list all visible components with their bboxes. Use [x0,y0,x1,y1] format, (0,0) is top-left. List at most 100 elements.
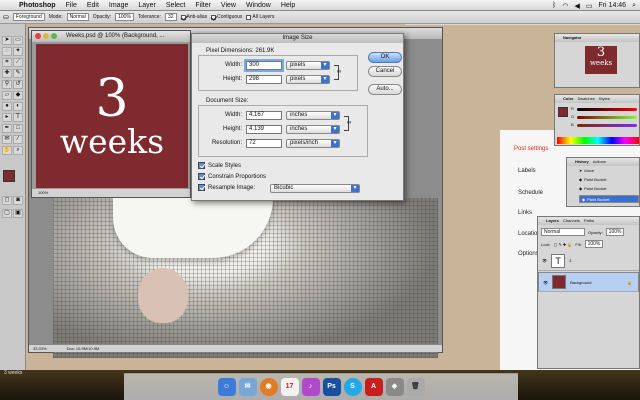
itunes-icon[interactable]: ♪ [301,378,320,396]
clock[interactable]: Fri 14:46 [598,2,626,9]
opacity-input[interactable]: 100% [115,13,134,21]
pixel-width-input[interactable]: 300 [244,59,284,72]
trash-icon[interactable]: 🗑 [406,378,425,396]
healing-tool-icon[interactable]: ✚ [2,69,12,78]
move-tool-icon[interactable]: ➤ [2,36,12,45]
history-item[interactable]: ➤ Move [579,168,594,173]
menu-file[interactable]: File [61,2,82,9]
layer-row-type[interactable]: 👁 T 3 [538,251,639,271]
menu-window[interactable]: Window [241,2,276,9]
zoom-tool-icon[interactable]: ⌕ [13,146,23,155]
menu-image[interactable]: Image [104,2,133,9]
pixel-height-unit-select[interactable]: pixels [286,75,330,84]
eraser-tool-icon[interactable]: ▱ [2,91,12,100]
fill-source-select[interactable]: Foreground [12,13,45,21]
tolerance-input[interactable]: 32 [164,13,177,21]
minimize-icon[interactable] [43,33,49,39]
mail-icon[interactable]: ✉ [238,378,257,396]
history-item-selected[interactable]: ◆ Paint Bucket [579,195,639,203]
auto-button[interactable]: Auto... [368,84,402,95]
acrobat-icon[interactable]: A [364,378,383,396]
resolution-unit-select[interactable]: pixels/inch [286,139,340,148]
cancel-button[interactable]: Cancel [368,66,402,77]
wifi-icon[interactable]: ◠ [562,2,568,10]
eye-icon[interactable]: 👁 [543,279,548,286]
menu-layer[interactable]: Layer [133,2,161,9]
stamp-tool-icon[interactable]: ⚲ [2,80,12,89]
tab-layers[interactable]: Layers [546,217,559,225]
layer-row-background[interactable]: 👁 Background 🔒 [538,272,639,292]
ical-icon[interactable]: 17 [280,378,299,396]
blue-slider[interactable] [577,124,637,127]
wp-schedule[interactable]: Schedule [518,190,543,196]
layer-blend-mode-select[interactable]: Normal [541,228,585,236]
shape-tool-icon[interactable]: □ [13,124,23,133]
color-spectrum-bar[interactable] [557,137,639,144]
quick-mask-on-icon[interactable]: ◙ [13,196,23,205]
lock-icons[interactable]: ▢ ✎ ✚ 🔒 [554,242,573,247]
hand-tool-icon[interactable]: ✋ [2,146,12,155]
history-item[interactable]: ◆ Paint Bucket [579,177,607,182]
zoom-icon[interactable] [51,33,57,39]
navigator-thumbnail[interactable]: 3 weeks [585,46,617,74]
green-slider[interactable] [577,116,637,119]
tab-styles[interactable]: Styles [599,95,610,103]
paint-bucket-tool-icon[interactable]: ⛀ [3,13,9,21]
full-screen-icon[interactable]: ▣ [13,209,23,218]
firefox-icon[interactable]: ◉ [259,378,278,396]
contiguous-checkbox[interactable]: Contiguous [211,14,242,20]
tab-swatches[interactable]: Swatches [577,95,594,103]
tab-channels[interactable]: Channels [563,217,580,225]
bluetooth-icon[interactable]: ᛒ [552,2,556,9]
menu-help[interactable]: Help [276,2,300,9]
spotlight-icon[interactable]: ⌕ [632,2,636,10]
resolution-input[interactable]: 72 [246,139,282,148]
magic-wand-tool-icon[interactable]: ✦ [13,47,23,56]
doc-width-unit-select[interactable]: inches [286,111,340,120]
mode-select[interactable]: Normal [66,13,89,21]
doc-width-input[interactable]: 4.167 [246,111,282,120]
path-select-tool-icon[interactable]: ▸ [2,113,12,122]
weeks-zoom-level[interactable]: 100% [32,189,190,197]
eyedropper-tool-icon[interactable]: ⁄ [13,135,23,144]
doc-height-input[interactable]: 4.139 [246,125,282,134]
notes-tool-icon[interactable]: ✉ [2,135,12,144]
menu-select[interactable]: Select [161,2,190,9]
lasso-tool-icon[interactable]: ◌ [2,47,12,56]
menu-filter[interactable]: Filter [190,2,216,9]
screen-mode-icon[interactable]: ▢ [2,209,12,218]
wp-labels[interactable]: Labels [518,168,536,174]
resample-method-select[interactable]: Bicubic [270,184,360,193]
doc-zoom-level[interactable]: 33.33% [33,345,47,352]
preview-icon[interactable]: ◈ [385,378,404,396]
history-item[interactable]: ◆ Paint Bucket [579,186,607,191]
pen-tool-icon[interactable]: ✒ [2,124,12,133]
brush-tool-icon[interactable]: ✎ [13,69,23,78]
tab-actions[interactable]: Actions [593,158,606,166]
crop-tool-icon[interactable]: ⌗ [2,58,12,67]
blur-tool-icon[interactable]: ● [2,102,12,111]
quick-mask-off-icon[interactable]: ◻ [2,196,12,205]
eye-icon[interactable]: 👁 [542,258,547,263]
finder-icon[interactable]: ☺ [217,378,236,396]
menu-edit[interactable]: Edit [82,2,104,9]
tab-color[interactable]: Color [563,95,573,103]
paint-bucket-icon[interactable]: ◆ [13,91,23,100]
close-icon[interactable] [35,33,41,39]
battery-icon[interactable]: ▭ [586,2,593,10]
foreground-color-swatch[interactable] [3,170,15,182]
layer-opacity-input[interactable]: 100% [605,228,625,236]
slice-tool-icon[interactable]: ⟋ [13,58,23,67]
history-brush-tool-icon[interactable]: ↺ [13,80,23,89]
wp-links[interactable]: Links [518,210,532,216]
tab-navigator[interactable]: Navigator [563,34,581,42]
pixel-height-input[interactable]: 298 [246,75,282,84]
antialias-checkbox[interactable]: Anti-alias [180,14,207,20]
scale-styles-checkbox[interactable]: Scale Styles [198,162,241,169]
tab-paths[interactable]: Paths [584,217,594,225]
pixel-width-unit-select[interactable]: pixels [286,61,330,70]
ok-button[interactable]: OK [368,52,402,63]
wp-post-settings[interactable]: Post settings [514,146,548,152]
menu-view[interactable]: View [216,2,241,9]
marquee-tool-icon[interactable]: ▭ [13,36,23,45]
